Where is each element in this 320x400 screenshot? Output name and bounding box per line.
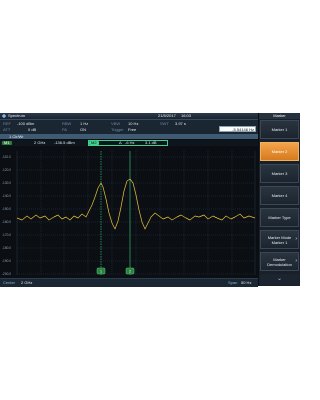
marker-1-flag-label: 1: [100, 270, 102, 274]
delta-symbol: Δ: [119, 140, 122, 145]
center-label: Center: [3, 280, 16, 285]
trigger-label: Trigger: [111, 127, 124, 132]
span-value[interactable]: 50 Hz: [241, 281, 251, 285]
marker-2-badge: M2: [89, 140, 99, 145]
trace-strip: 1 Clr/Wr: [0, 134, 258, 139]
chevron-down-icon[interactable]: ⌄: [260, 274, 299, 285]
time-readout: 16:03: [181, 113, 192, 118]
span-label: Span: [228, 280, 238, 285]
y-tick-label: -140.0: [2, 194, 11, 198]
att-value[interactable]: 0 dB: [28, 128, 36, 132]
grid: [16, 151, 256, 275]
y-tick-label: -120.0: [2, 168, 11, 172]
softkey-button[interactable]: Marker 1: [260, 120, 299, 139]
rbw-label: RBW: [62, 121, 72, 126]
softkey-button[interactable]: Marker 3: [260, 164, 299, 183]
softkey-label: Marker 2: [271, 149, 288, 154]
y-tick-label: -190.0: [2, 259, 11, 263]
chevron-right-icon: ›: [295, 258, 297, 264]
softkey-label: Marker 1: [271, 127, 288, 132]
y-tick-label: -160.0: [2, 220, 11, 224]
parameter-panel: REF -100 dBm ATT 0 dB RBW 1 Hz PA ON VBW…: [0, 120, 258, 134]
pa-label: PA: [62, 127, 68, 132]
marker-1-frequency: 2 GHz: [34, 140, 46, 145]
softkey-sublabel: Marker 1: [271, 239, 288, 245]
y-tick-label: -130.0: [2, 181, 11, 185]
softkey-label: Marker 4: [271, 193, 288, 198]
marker-value-input[interactable]: -5.54146 Hz: [219, 126, 256, 132]
chevron-right-icon: ›: [295, 236, 297, 242]
ref-label: REF: [3, 121, 11, 126]
title-bar: Spectrum 21/5/2017 16:03: [0, 113, 258, 120]
center-frequency[interactable]: 2 GHz: [21, 281, 32, 285]
analyzer-screen: Spectrum 21/5/2017 16:03 REF -100 dBm AT…: [0, 113, 300, 287]
swt-value[interactable]: 3.97 s: [175, 122, 186, 126]
softkey-button[interactable]: Marker 4: [260, 186, 299, 205]
marker-1-badge[interactable]: M1: [2, 141, 12, 145]
softkey-sublabel: Demodulation: [267, 261, 292, 267]
y-tick-label: -180.0: [2, 246, 11, 250]
softkey-label: Marker Type: [268, 215, 291, 220]
marker-2-flag-label: 2: [129, 270, 131, 274]
ref-value[interactable]: -100 dBm: [17, 122, 34, 126]
att-label: ATT: [3, 127, 11, 132]
softkey-label: Marker 3: [271, 171, 288, 176]
rbw-value[interactable]: 1 Hz: [80, 122, 88, 126]
date-readout: 21/5/2017: [158, 113, 176, 118]
softkey-button[interactable]: Marker Demodulation ›: [260, 252, 299, 271]
softkey-button[interactable]: Marker 2: [260, 142, 299, 161]
spectrum-graph: -110.0 -120.0 -130.0 -140.0 -150.0 -160.…: [2, 151, 256, 276]
marker-2-frequency: -6 Hz: [125, 140, 135, 145]
swt-label: SWT: [160, 121, 169, 126]
softkey-button[interactable]: Marker Type: [260, 208, 299, 227]
vbw-value[interactable]: 10 Hz: [128, 122, 138, 126]
marker-2-readout[interactable]: M2 Δ -6 Hz 3.1 dB: [88, 140, 168, 146]
spectrum-plot[interactable]: -110.0 -120.0 -130.0 -140.0 -150.0 -160.…: [0, 147, 258, 278]
marker-1-level: -136.5 dBm: [54, 140, 75, 145]
softkey-button[interactable]: Marker Mode Marker 1 ›: [260, 230, 299, 249]
marker-info-strip: M1 2 GHz -136.5 dBm M2 Δ -6 Hz 3.1 dB: [0, 140, 258, 146]
marker-2-level: 3.1 dB: [145, 140, 157, 145]
y-tick-label: -200.0: [2, 272, 11, 276]
y-tick-label: -110.0: [2, 155, 11, 159]
pa-value[interactable]: ON: [80, 128, 86, 132]
y-tick-label: -170.0: [2, 233, 11, 237]
softkey-menu-title: Marker: [259, 113, 300, 119]
marker-input-text: -5.54146 Hz: [232, 127, 254, 132]
softkey-panel: Marker Marker 1 Marker 2 Marker 3 Marker 4 M…: [259, 113, 300, 286]
trace-label[interactable]: 1 Clr/Wr: [9, 134, 24, 139]
rs-logo-icon: [2, 114, 6, 118]
marker-2-flag[interactable]: 2: [125, 267, 135, 275]
y-tick-label: -150.0: [2, 207, 11, 211]
marker-1-flag[interactable]: 1: [96, 267, 106, 275]
app-title: Spectrum: [8, 113, 26, 118]
vbw-label: VBW: [111, 121, 121, 126]
status-footer: Center 2 GHz Span 50 Hz: [0, 278, 258, 287]
trigger-value[interactable]: Free: [128, 128, 136, 132]
